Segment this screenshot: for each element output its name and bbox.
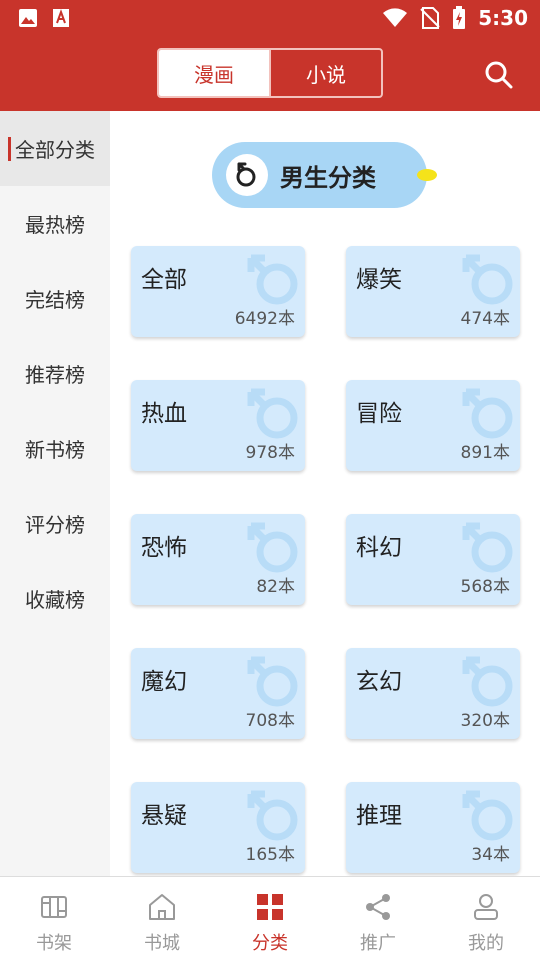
app-notification-icon	[53, 9, 69, 27]
category-card[interactable]: 恐怖 82本	[131, 514, 305, 605]
category-card[interactable]: 爆笑 474本	[346, 246, 520, 337]
battery-charging-icon	[453, 6, 466, 29]
category-name: 热血	[141, 401, 187, 427]
sidebar-item-favorites[interactable]: 收藏榜	[0, 561, 110, 636]
content-type-switch: 漫画 小说	[157, 48, 383, 98]
category-card[interactable]: 冒险 891本	[346, 380, 520, 471]
male-symbol-watermark-icon	[462, 790, 513, 841]
category-panel: 男生分类 全部 6492本 爆笑 474本 热血 978本 冒险 891本 恐怖…	[110, 111, 540, 876]
no-sim-icon	[420, 7, 440, 29]
sidebar-item-label: 收藏榜	[25, 588, 85, 612]
decorative-dot	[417, 169, 437, 181]
sidebar-item-label: 新书榜	[25, 438, 85, 462]
nav-promote[interactable]: 推广	[324, 877, 432, 960]
sidebar-item-rating[interactable]: 评分榜	[0, 486, 110, 561]
bookshelf-icon	[41, 896, 67, 918]
male-symbol-watermark-icon	[462, 656, 513, 707]
nav-label: 书架	[36, 933, 72, 954]
sidebar-item-label: 最热榜	[25, 213, 85, 237]
category-card[interactable]: 魔幻 708本	[131, 648, 305, 739]
category-count: 34本	[471, 845, 510, 865]
category-count: 165本	[245, 845, 295, 865]
male-symbol-watermark-icon	[462, 388, 513, 439]
category-name: 悬疑	[141, 803, 187, 829]
category-count: 320本	[460, 711, 510, 731]
image-notification-icon	[19, 9, 37, 27]
nav-label: 分类	[252, 933, 288, 954]
category-card[interactable]: 推理 34本	[346, 782, 520, 873]
male-symbol-watermark-icon	[247, 656, 298, 707]
category-name: 科幻	[356, 535, 402, 561]
category-name: 魔幻	[141, 669, 187, 695]
sidebar-item-completed[interactable]: 完结榜	[0, 261, 110, 336]
category-card[interactable]: 玄幻 320本	[346, 648, 520, 739]
category-count: 708本	[245, 711, 295, 731]
male-symbol-watermark-icon	[247, 254, 298, 305]
nav-label: 书城	[144, 933, 180, 954]
category-section-title: 男生分类	[280, 163, 376, 192]
male-symbol-watermark-icon	[462, 254, 513, 305]
share-icon	[366, 894, 390, 920]
top-header: 漫画 小说	[0, 36, 540, 111]
sidebar-item-label: 全部分类	[15, 138, 95, 162]
sidebar-item-all-categories[interactable]: 全部分类	[0, 111, 110, 186]
category-card[interactable]: 热血 978本	[131, 380, 305, 471]
category-count: 6492本	[234, 309, 295, 329]
male-symbol-watermark-icon	[247, 790, 298, 841]
tab-comics[interactable]: 漫画	[159, 50, 269, 96]
ranking-sidebar: 全部分类 最热榜 完结榜 推荐榜 新书榜 评分榜 收藏榜	[0, 111, 110, 876]
category-count: 978本	[245, 443, 295, 463]
status-bar: 5:30	[0, 0, 540, 36]
sidebar-item-label: 评分榜	[25, 513, 85, 537]
category-icon	[257, 894, 283, 920]
wifi-icon	[383, 8, 408, 27]
bottom-nav: 书架 书城 分类 推广 我的	[0, 876, 540, 960]
category-count: 82本	[256, 577, 295, 597]
male-symbol-watermark-icon	[247, 522, 298, 573]
category-card[interactable]: 悬疑 165本	[131, 782, 305, 873]
category-name: 恐怖	[141, 535, 187, 561]
category-count: 891本	[460, 443, 510, 463]
search-icon[interactable]	[484, 60, 514, 90]
category-name: 推理	[356, 803, 402, 829]
category-name: 玄幻	[356, 669, 402, 695]
male-symbol-watermark-icon	[462, 522, 513, 573]
nav-bookshelf[interactable]: 书架	[0, 877, 108, 960]
category-name: 全部	[141, 267, 187, 293]
category-count: 568本	[460, 577, 510, 597]
nav-mine[interactable]: 我的	[432, 877, 540, 960]
status-time: 5:30	[478, 6, 528, 30]
nav-label: 推广	[360, 933, 396, 954]
category-card[interactable]: 全部 6492本	[131, 246, 305, 337]
male-symbol-watermark-icon	[247, 388, 298, 439]
user-icon	[474, 894, 498, 920]
nav-label: 我的	[468, 933, 504, 954]
tab-novels[interactable]: 小说	[269, 50, 381, 96]
sidebar-item-hottest[interactable]: 最热榜	[0, 186, 110, 261]
sidebar-item-label: 完结榜	[25, 288, 85, 312]
sidebar-item-recommended[interactable]: 推荐榜	[0, 336, 110, 411]
male-symbol-icon	[226, 154, 268, 196]
category-name: 冒险	[356, 401, 402, 427]
sidebar-item-new-books[interactable]: 新书榜	[0, 411, 110, 486]
home-icon	[149, 894, 175, 920]
sidebar-item-label: 推荐榜	[25, 363, 85, 387]
category-name: 爆笑	[356, 267, 402, 293]
nav-bookstore[interactable]: 书城	[108, 877, 216, 960]
category-card[interactable]: 科幻 568本	[346, 514, 520, 605]
category-count: 474本	[460, 309, 510, 329]
nav-category[interactable]: 分类	[216, 877, 324, 960]
category-section-header: 男生分类	[212, 142, 437, 208]
